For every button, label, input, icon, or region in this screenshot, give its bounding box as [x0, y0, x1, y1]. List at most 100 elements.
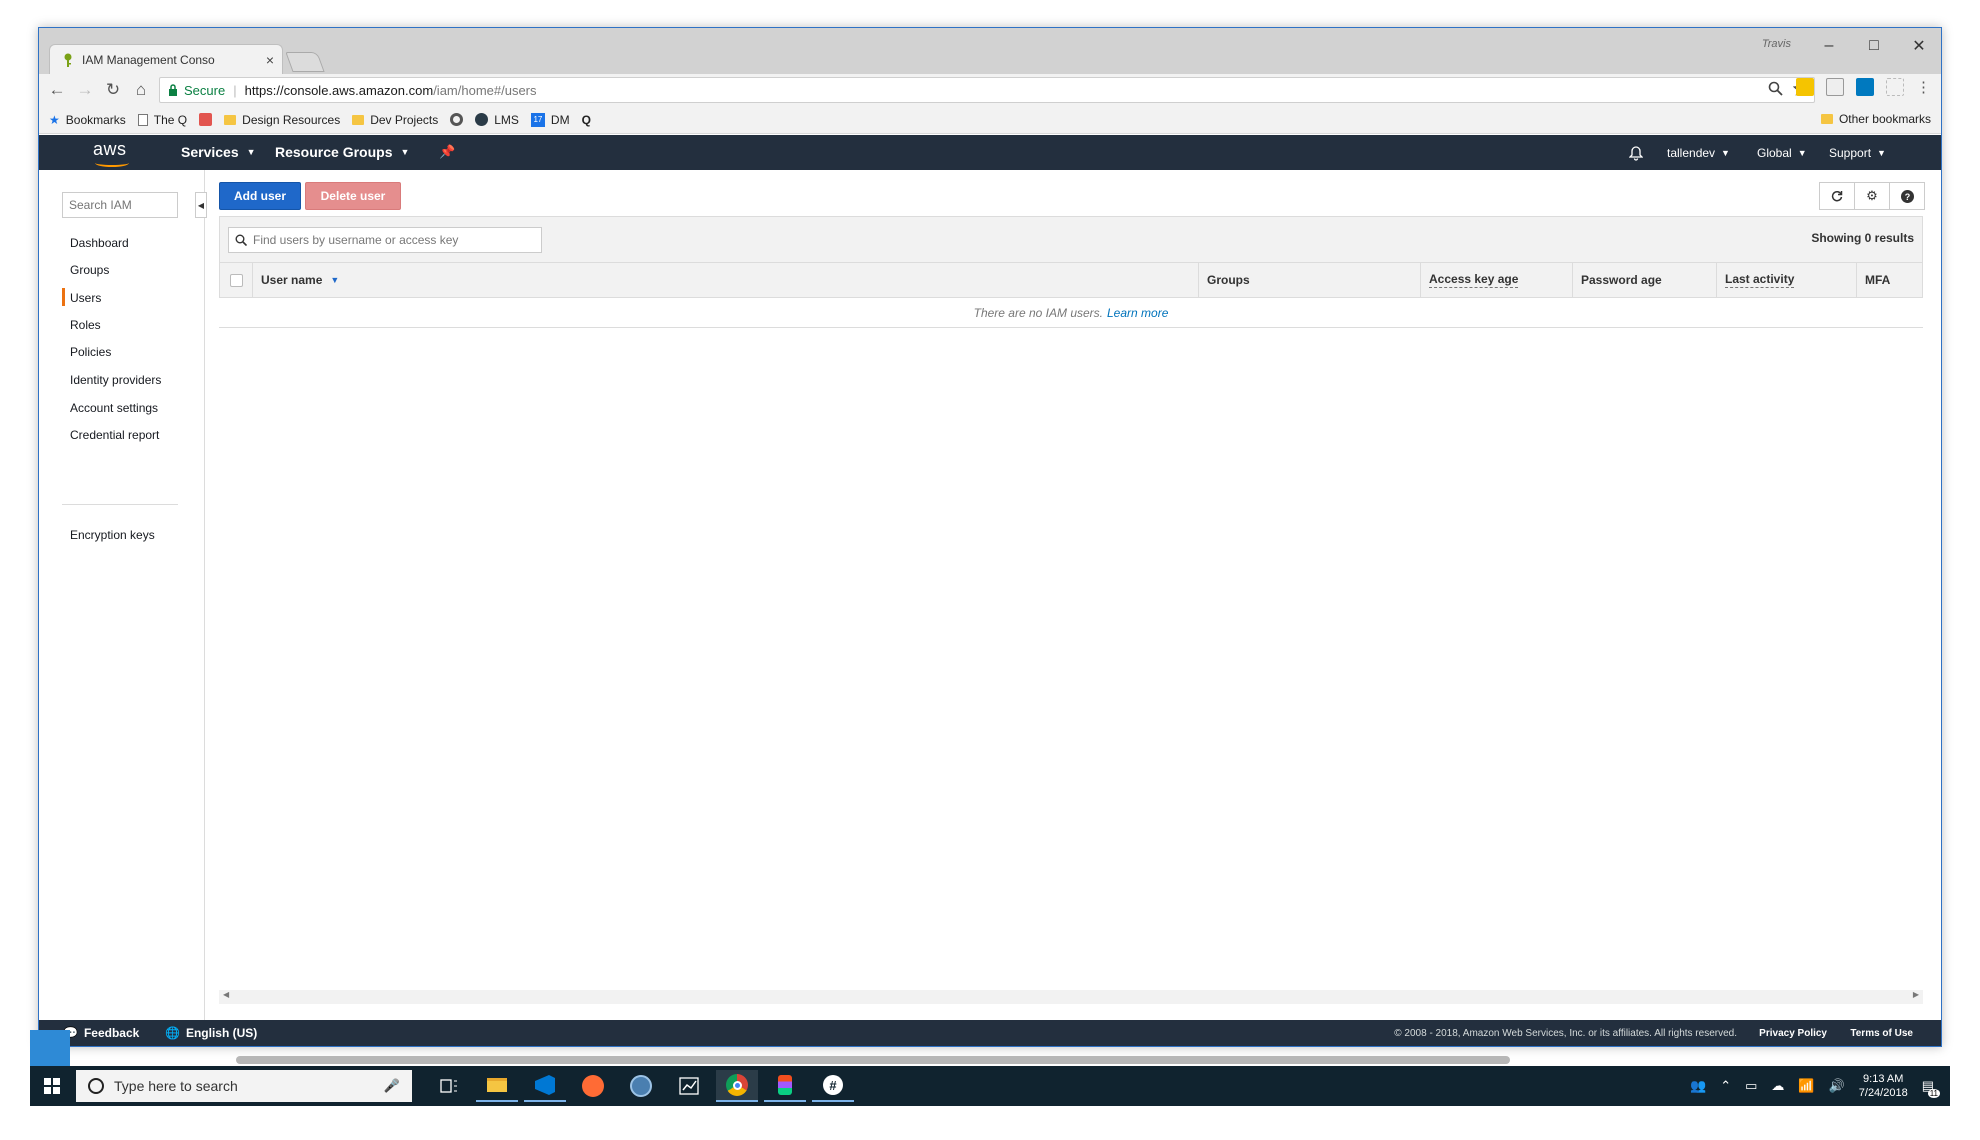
extension-placeholder-icon[interactable]	[1886, 78, 1904, 96]
notifications-bell-icon[interactable]	[1629, 146, 1643, 161]
sidebar-item-policies[interactable]: Policies	[70, 345, 111, 359]
task-view-icon[interactable]	[428, 1070, 470, 1102]
sidebar-item-groups[interactable]: Groups	[70, 263, 109, 277]
scroll-left-icon[interactable]: ◀	[223, 990, 229, 999]
column-last-activity[interactable]: Last activity	[1716, 263, 1856, 297]
search-iam-input[interactable]	[62, 192, 178, 218]
bookmark-lms[interactable]: LMS	[475, 113, 519, 127]
pin-icon[interactable]: 📌	[439, 144, 455, 160]
other-bookmarks[interactable]: Other bookmarks	[1820, 112, 1931, 126]
privacy-policy-link[interactable]: Privacy Policy	[1759, 1028, 1827, 1039]
bookmarks-bar: ★ Bookmarks The Q Design Resources Dev Pr…	[39, 106, 1941, 134]
sidebar-item-encryption-keys[interactable]: Encryption keys	[70, 528, 155, 542]
sidebar-item-credential-report[interactable]: Credential report	[70, 428, 159, 442]
vscode-icon[interactable]	[524, 1070, 566, 1102]
empty-table-row: There are no IAM users. Learn more	[219, 298, 1923, 328]
battery-icon[interactable]: ▭	[1745, 1078, 1757, 1094]
taskbar-search-box[interactable]: Type here to search 🎤	[76, 1070, 412, 1102]
bookmark-bookmarks[interactable]: ★ Bookmarks	[49, 113, 126, 127]
sidebar-item-roles[interactable]: Roles	[70, 318, 101, 332]
sidebar-item-dashboard[interactable]: Dashboard	[70, 236, 129, 250]
chrome-icon[interactable]	[716, 1070, 758, 1102]
sidebar-item-account-settings[interactable]: Account settings	[70, 401, 158, 415]
add-user-button[interactable]: Add user	[219, 182, 301, 210]
services-menu[interactable]: Services ▼	[181, 144, 256, 160]
window-scrollbar[interactable]	[236, 1056, 1510, 1064]
help-icon[interactable]: ?	[1889, 182, 1925, 210]
browser-menu-icon[interactable]: ⋮	[1916, 78, 1931, 96]
tab-close-icon[interactable]: ×	[266, 52, 274, 68]
delete-user-button[interactable]: Delete user	[305, 182, 401, 210]
filter-users-input[interactable]: Find users by username or access key	[228, 227, 542, 253]
refresh-icon[interactable]	[1819, 182, 1855, 210]
windows-taskbar: Type here to search 🎤 # 👥 ⌃ ▭ ☁ 📶 🔊 9:13…	[30, 1066, 1950, 1106]
globe-app-icon[interactable]	[620, 1070, 662, 1102]
bookmark-q[interactable]: Q	[582, 113, 591, 127]
maximize-button[interactable]: □	[1852, 32, 1896, 60]
users-table: Find users by username or access key Sho…	[219, 216, 1923, 328]
table-header: User name ▼ Groups Access key age Passwo…	[219, 262, 1923, 298]
file-explorer-icon[interactable]	[476, 1070, 518, 1102]
figma-icon[interactable]	[764, 1070, 806, 1102]
terms-of-use-link[interactable]: Terms of Use	[1850, 1028, 1913, 1039]
browser-tab[interactable]: IAM Management Conso ×	[49, 44, 283, 74]
slack-icon[interactable]: #	[812, 1070, 854, 1102]
bookmark-chrome-circle[interactable]	[450, 113, 464, 126]
browser-orange-icon[interactable]	[572, 1070, 614, 1102]
region-menu[interactable]: Global ▼	[1757, 146, 1807, 160]
bookmark-dm[interactable]: 17 DM	[530, 112, 570, 127]
secure-indicator[interactable]: Secure	[168, 83, 225, 98]
extension-icons: ⋮	[1796, 78, 1931, 96]
select-all-checkbox[interactable]	[220, 263, 252, 297]
extension-yellow-icon[interactable]	[1796, 78, 1814, 96]
bookmark-app[interactable]	[199, 113, 213, 126]
column-access-key-age[interactable]: Access key age	[1420, 263, 1572, 297]
url-path: /iam/home#/users	[433, 82, 537, 98]
resource-groups-menu[interactable]: Resource Groups ▼	[275, 144, 409, 160]
reload-button[interactable]: ↻	[99, 76, 127, 104]
bookmark-design-resources[interactable]: Design Resources	[224, 113, 340, 127]
onedrive-icon[interactable]: ☁	[1771, 1078, 1784, 1094]
volume-icon[interactable]: 🔊	[1829, 1078, 1845, 1094]
profile-name[interactable]: Travis	[1762, 38, 1791, 50]
chrome-circle-icon	[450, 113, 464, 126]
q-icon: Q	[581, 112, 591, 127]
sidebar-item-users[interactable]: Users	[70, 291, 101, 305]
feedback-button[interactable]: 💬 Feedback	[63, 1026, 139, 1040]
chevron-down-icon: ▼	[1877, 148, 1886, 158]
support-menu[interactable]: Support ▼	[1829, 146, 1886, 160]
taskbar-clock[interactable]: 9:13 AM 7/24/2018	[1859, 1072, 1908, 1100]
windows-start-icon[interactable]	[44, 1078, 60, 1094]
column-user-name[interactable]: User name ▼	[252, 263, 1198, 297]
microphone-icon[interactable]: 🎤	[384, 1078, 400, 1094]
chevron-up-icon[interactable]: ⌃	[1720, 1078, 1731, 1094]
extension-tool-icon[interactable]	[1826, 78, 1844, 96]
people-icon[interactable]: 👥	[1690, 1078, 1706, 1094]
back-button[interactable]: ←	[43, 76, 71, 104]
gear-icon[interactable]: ⚙	[1854, 182, 1890, 210]
sidebar-item-identity-providers[interactable]: Identity providers	[70, 373, 161, 387]
aws-logo[interactable]: aws	[93, 139, 133, 167]
scroll-right-icon[interactable]: ▶	[1913, 990, 1919, 999]
bookmark-dev-projects[interactable]: Dev Projects	[352, 113, 438, 127]
column-password-age[interactable]: Password age	[1572, 263, 1716, 297]
home-button[interactable]: ⌂	[127, 76, 155, 104]
zoom-icon[interactable]	[1768, 81, 1783, 96]
column-mfa[interactable]: MFA	[1856, 263, 1922, 297]
browser-toolbar: ← → ↻ ⌂ Secure | https://console.aws.ama…	[39, 74, 1941, 106]
minimize-button[interactable]: –	[1807, 32, 1851, 60]
horizontal-scrollbar[interactable]: ◀ ▶	[219, 990, 1923, 1004]
bookmark-the-q[interactable]: The Q	[137, 113, 187, 127]
new-tab-button[interactable]	[285, 52, 325, 72]
learn-more-link[interactable]: Learn more	[1107, 306, 1168, 320]
account-menu[interactable]: tallendev ▼	[1667, 146, 1730, 160]
close-window-button[interactable]: ✕	[1897, 32, 1941, 60]
forward-button[interactable]: →	[71, 76, 99, 104]
notifications-icon[interactable]: ▤ 11	[1922, 1078, 1940, 1098]
address-bar[interactable]: Secure | https://console.aws.amazon.com /…	[159, 77, 1815, 103]
trello-icon[interactable]	[1856, 78, 1874, 96]
language-selector[interactable]: 🌐 English (US)	[165, 1026, 257, 1040]
chart-app-icon[interactable]	[668, 1070, 710, 1102]
column-groups[interactable]: Groups	[1198, 263, 1420, 297]
wifi-icon[interactable]: 📶	[1798, 1078, 1814, 1094]
